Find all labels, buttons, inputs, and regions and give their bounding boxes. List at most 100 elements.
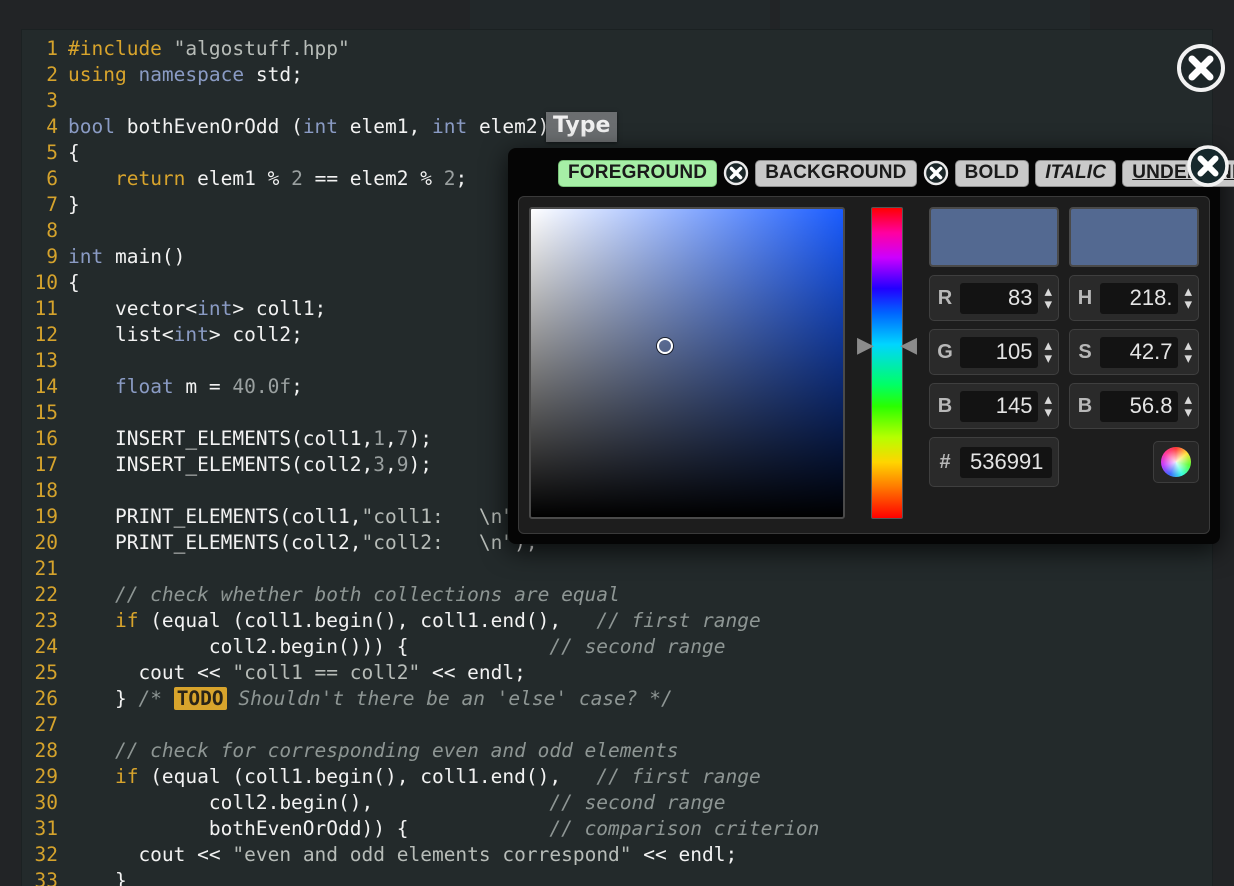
code-token: } (68, 687, 138, 710)
code-token: bothEvenOrOdd ( (127, 115, 303, 138)
brightness-value[interactable]: 56.8 (1100, 391, 1178, 422)
line-source: } (68, 193, 80, 216)
green-field[interactable]: G 105 ▴▾ (929, 329, 1059, 375)
line-number: 21 (22, 556, 68, 582)
code-line[interactable]: 29 if (equal (coll1.begin(), coll1.end()… (22, 764, 1212, 790)
saturation-stepper[interactable]: ▴▾ (1184, 339, 1192, 366)
stepper-down-icon[interactable]: ▾ (1044, 298, 1052, 312)
code-token: // second range (549, 791, 725, 814)
color-wheel-button[interactable] (1153, 441, 1199, 483)
line-source: PRINT_ELEMENTS(coll1,"coll1: \n"); (68, 505, 538, 528)
foreground-button[interactable]: FOREGROUND (558, 160, 717, 187)
code-line[interactable]: 2using namespace std; (22, 62, 1212, 88)
line-source: vector<int> coll1; (68, 297, 326, 320)
code-line[interactable]: 23 if (equal (coll1.begin(), coll1.end()… (22, 608, 1212, 634)
code-line[interactable]: 28 // check for corresponding even and o… (22, 738, 1212, 764)
red-stepper[interactable]: ▴▾ (1044, 285, 1052, 312)
code-line[interactable]: 30 coll2.begin(), // second range (22, 790, 1212, 816)
line-source: INSERT_ELEMENTS(coll1,1,7); (68, 427, 432, 450)
sv-cursor[interactable] (657, 338, 673, 354)
stepper-down-icon[interactable]: ▾ (1044, 406, 1052, 420)
line-number: 17 (22, 452, 68, 478)
line-number: 6 (22, 166, 68, 192)
code-token: 9 (397, 453, 409, 476)
line-number: 10 (22, 270, 68, 296)
color-picker-dialog[interactable]: FOREGROUND BACKGROUND BOLD ITALIC UNDERL… (508, 148, 1220, 544)
saturation-value-field[interactable] (529, 207, 845, 519)
green-stepper[interactable]: ▴▾ (1044, 339, 1052, 366)
hex-label: # (936, 451, 954, 474)
blue-label: B (936, 395, 954, 418)
code-token: > coll1; (232, 297, 326, 320)
code-token: { (68, 141, 80, 164)
blue-stepper[interactable]: ▴▾ (1044, 393, 1052, 420)
code-line[interactable]: 24 coll2.begin())) { // second range (22, 634, 1212, 660)
hex-value[interactable]: 536991 (960, 447, 1052, 478)
current-color-swatch[interactable] (929, 207, 1059, 267)
line-number: 27 (22, 712, 68, 738)
code-token: TODO (174, 687, 227, 710)
line-number: 32 (22, 842, 68, 868)
code-line[interactable]: 22 // check whether both collections are… (22, 582, 1212, 608)
stepper-down-icon[interactable]: ▾ (1184, 298, 1192, 312)
code-token: elem1 % (185, 167, 291, 190)
close-editor-button[interactable] (1176, 43, 1226, 93)
hue-field[interactable]: H 218. ▴▾ (1069, 275, 1199, 321)
close-icon (923, 160, 949, 186)
hex-field[interactable]: # 536991 (929, 437, 1059, 487)
close-icon (1176, 43, 1226, 93)
italic-button[interactable]: ITALIC (1035, 160, 1116, 187)
code-token: bothEvenOrOdd)) { (68, 817, 549, 840)
code-line[interactable]: 31 bothEvenOrOdd)) { // comparison crite… (22, 816, 1212, 842)
line-number: 11 (22, 296, 68, 322)
code-token: elem2) (467, 115, 549, 138)
brightness-stepper[interactable]: ▴▾ (1184, 393, 1192, 420)
line-source: PRINT_ELEMENTS(coll2,"coll2: \n"); (68, 531, 538, 554)
code-token: std; (256, 63, 303, 86)
close-icon (723, 160, 749, 186)
code-token: int (303, 115, 338, 138)
brightness-field[interactable]: B 56.8 ▴▾ (1069, 383, 1199, 429)
code-token: ); (409, 427, 432, 450)
hue-value[interactable]: 218. (1100, 283, 1178, 314)
red-field[interactable]: R 83 ▴▾ (929, 275, 1059, 321)
clear-foreground-button[interactable] (723, 160, 749, 186)
code-line[interactable]: 3 (22, 88, 1212, 114)
line-source: cout << "even and odd elements correspon… (68, 843, 737, 866)
red-value[interactable]: 83 (960, 283, 1038, 314)
hue-stepper[interactable]: ▴▾ (1184, 285, 1192, 312)
hue-slider[interactable] (871, 207, 903, 519)
bold-button[interactable]: BOLD (955, 160, 1030, 187)
code-line[interactable]: 21 (22, 556, 1212, 582)
code-token: int (197, 297, 232, 320)
blue-value[interactable]: 145 (960, 391, 1038, 422)
stepper-down-icon[interactable]: ▾ (1044, 352, 1052, 366)
clear-background-button[interactable] (923, 160, 949, 186)
stepper-down-icon[interactable]: ▾ (1184, 352, 1192, 366)
type-tooltip: Type (546, 112, 617, 142)
saturation-value[interactable]: 42.7 (1100, 337, 1178, 368)
background-button[interactable]: BACKGROUND (755, 160, 916, 187)
green-value[interactable]: 105 (960, 337, 1038, 368)
stepper-down-icon[interactable]: ▾ (1184, 406, 1192, 420)
line-number: 25 (22, 660, 68, 686)
code-line[interactable]: 33 } (22, 868, 1212, 886)
code-token: list< (68, 323, 174, 346)
code-token: coll2.begin())) { (68, 635, 549, 658)
code-token: namespace (138, 63, 255, 86)
code-line[interactable]: 1#include "algostuff.hpp" (22, 36, 1212, 62)
code-token: float (115, 375, 174, 398)
code-line[interactable]: 26 } /* TODO Shouldn't there be an 'else… (22, 686, 1212, 712)
saturation-field[interactable]: S 42.7 ▴▾ (1069, 329, 1199, 375)
code-line[interactable]: 25 cout << "coll1 == coll2" << endl; (22, 660, 1212, 686)
code-token: , (385, 453, 397, 476)
close-dialog-button[interactable] (1186, 144, 1230, 188)
blue-field[interactable]: B 145 ▴▾ (929, 383, 1059, 429)
new-color-swatch[interactable] (1069, 207, 1199, 267)
code-token: int (68, 245, 115, 268)
code-line[interactable]: 27 (22, 712, 1212, 738)
code-token: (equal (coll1.begin(), coll1.end(), (138, 765, 596, 788)
code-line[interactable]: 32 cout << "even and odd elements corres… (22, 842, 1212, 868)
line-number: 5 (22, 140, 68, 166)
line-number: 33 (22, 868, 68, 886)
